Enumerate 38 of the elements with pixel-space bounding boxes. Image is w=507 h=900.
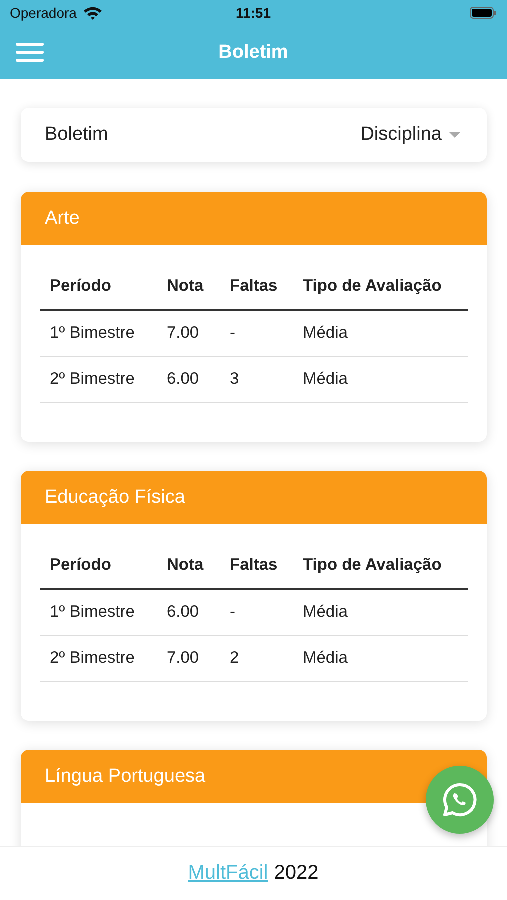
- footer-year: 2022: [274, 862, 319, 885]
- table-cell-text: 6.00: [167, 603, 200, 622]
- table-cell-text: 1º Bimestre: [50, 324, 136, 343]
- subject-title: Arte: [21, 192, 487, 245]
- table-cell-text: 3: [230, 370, 240, 389]
- wifi-icon: [82, 5, 103, 21]
- column-header: Faltas: [230, 556, 279, 574]
- status-time: 11:51: [236, 5, 272, 21]
- column-header: Faltas: [230, 276, 279, 296]
- table-cell-text: 2: [230, 649, 240, 668]
- chat-bubble-icon: [441, 781, 479, 819]
- subject-title: Educação Física: [21, 471, 487, 524]
- subject-title: Língua Portuguesa: [21, 750, 487, 803]
- column-header: Tipo de Avaliação: [303, 276, 443, 296]
- column-header: Tipo de Avaliação: [303, 556, 443, 574]
- table-cell-text: Média: [303, 603, 349, 622]
- battery-icon: [470, 7, 497, 19]
- dropdown[interactable]: Disciplina: [360, 124, 461, 146]
- menu-icon: [16, 43, 44, 62]
- table-cell-text: -: [230, 324, 236, 343]
- table-cell-text: Média: [303, 324, 349, 343]
- column-header: Nota: [167, 276, 205, 296]
- caret-icon: [449, 132, 461, 138]
- page-title: Boletim: [218, 42, 290, 64]
- table-cell-text: Média: [303, 649, 349, 668]
- filter-label: Boletim: [45, 124, 108, 146]
- column-header: Período: [50, 556, 112, 574]
- table-cell-text: 2º Bimestre: [50, 370, 136, 389]
- table-cell-text: 2º Bimestre: [50, 649, 136, 668]
- column-header: Nota: [167, 556, 205, 574]
- table-cell-text: -: [230, 603, 236, 622]
- table-cell-text: 1º Bimestre: [50, 603, 136, 622]
- table-cell-text: 7.00: [167, 649, 200, 668]
- table-cell-text: 7.00: [167, 324, 200, 343]
- table-cell-text: Média: [303, 370, 349, 389]
- carrier-name: Operadora: [10, 5, 77, 21]
- column-header: Período: [50, 276, 112, 296]
- table-cell-text: 6.00: [167, 370, 200, 389]
